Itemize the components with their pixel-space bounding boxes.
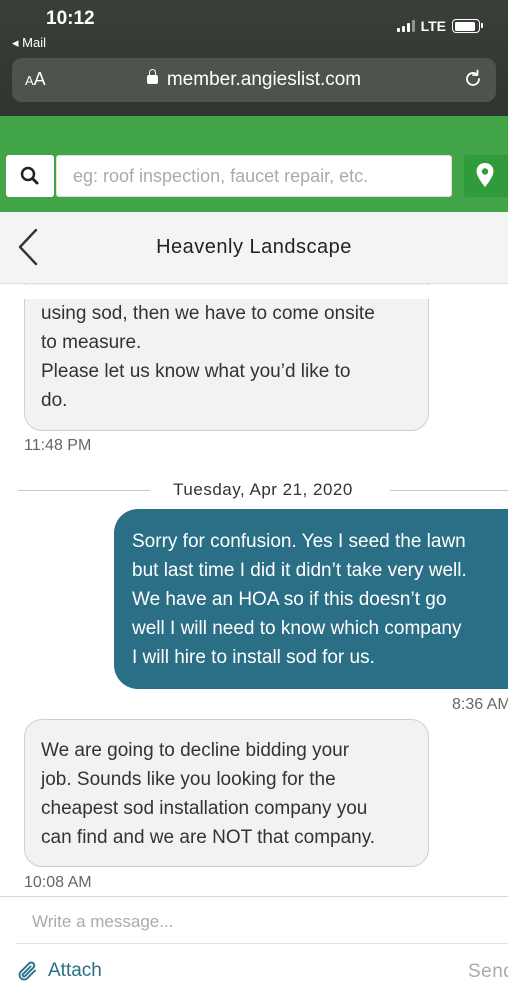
battery-icon (452, 19, 483, 33)
send-button[interactable]: Send (468, 961, 508, 983)
search-button[interactable] (6, 155, 54, 197)
signal-icon (396, 20, 415, 32)
message-line: to measure. (41, 332, 142, 353)
message-line: well I will need to know which company (132, 618, 462, 639)
message-line: Please let us know what you’d like to (41, 361, 351, 382)
message-timestamp: 11:48 PM (24, 437, 92, 454)
divider (16, 943, 508, 944)
paperclip-icon (18, 961, 36, 981)
scroll-mask (0, 285, 508, 299)
message-line: Sorry for confusion. Yes I seed the lawn (132, 531, 466, 552)
message-composer: Attach Send (0, 896, 508, 1000)
status-time: 10:12 (46, 8, 95, 29)
message-line: using sod, then we have to come onsite (41, 303, 375, 324)
location-button[interactable] (464, 155, 508, 197)
message-line: We have an HOA so if this doesn’t go (132, 589, 447, 610)
conversation-header-overlay: Heavenly Landscape (0, 212, 508, 284)
reload-icon[interactable] (462, 68, 484, 90)
url-display[interactable]: member.angieslist.com (12, 69, 496, 91)
back-to-mail-link[interactable]: ◂ Mail (12, 35, 46, 51)
divider (390, 490, 508, 491)
message-line: We are going to decline bidding your (41, 740, 350, 761)
message-timestamp: 8:36 AM (452, 696, 508, 713)
message-line: job. Sounds like you looking for the (41, 769, 336, 790)
message-bubble-outgoing: Sorry for confusion. Yes I seed the lawn… (114, 509, 508, 689)
search-icon (20, 166, 39, 185)
conversation-title: Heavenly Landscape (156, 236, 352, 258)
message-line: can find and we are NOT that company. (41, 827, 376, 848)
message-bubble-incoming: We are going to decline bidding your job… (24, 719, 429, 867)
attach-button[interactable]: Attach (16, 959, 102, 983)
message-line: cheapest sod installation company you (41, 798, 368, 819)
date-separator: Tuesday, Apr 21, 2020 (18, 480, 508, 502)
message-line: but last time I did it didn’t take very … (132, 560, 467, 581)
location-pin-icon (476, 163, 494, 187)
address-bar[interactable]: AA member.angieslist.com (12, 58, 496, 102)
attach-label: Attach (48, 960, 102, 981)
search-bar (0, 146, 508, 212)
message-timestamp: 10:08 AM (24, 874, 92, 891)
message-input[interactable] (16, 903, 508, 941)
search-input[interactable] (56, 155, 452, 197)
status-indicators: LTE (396, 18, 483, 34)
message-line: I will hire to install sod for us. (132, 647, 375, 668)
lock-icon (146, 69, 158, 84)
network-type: LTE (420, 18, 446, 34)
message-line: do. (41, 390, 68, 411)
url-text: member.angieslist.com (166, 69, 362, 90)
site-header (0, 116, 508, 146)
browser-chrome: 10:12 ◂ Mail LTE AA member.angieslist.co… (0, 0, 508, 116)
